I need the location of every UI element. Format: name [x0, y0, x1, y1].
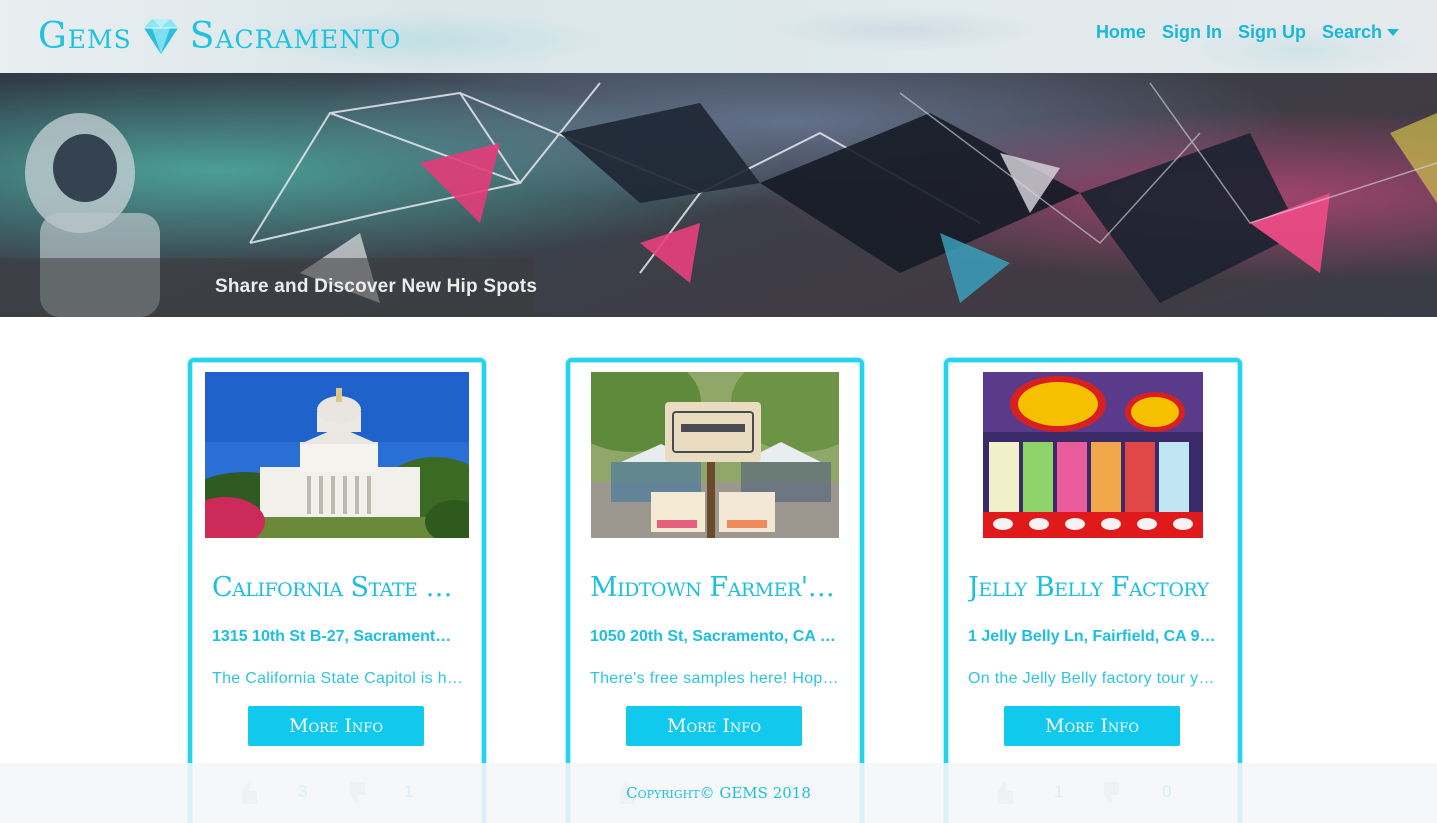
card-address: 1315 10th St B-27, Sacramento, CA 95814: [212, 628, 460, 645]
diamond-icon: [138, 16, 184, 56]
card-description: There's free samples here! Hope you enjo…: [590, 670, 842, 687]
more-info-button[interactable]: More Info: [248, 706, 424, 746]
card-title[interactable]: California State Capital: [212, 572, 464, 603]
brand-logo[interactable]: Gems Sacramento: [38, 10, 401, 62]
nav-search-label: Search: [1321, 22, 1382, 42]
capitol-building-photo[interactable]: [205, 372, 469, 538]
hero-banner: Share and Discover New Hip Spots: [0, 73, 1437, 317]
card-description: On the Jelly Belly factory tour you can …: [968, 670, 1220, 687]
jelly-belly-photo[interactable]: [983, 372, 1203, 538]
hero-tagline: Share and Discover New Hip Spots: [215, 276, 538, 297]
nav-sign-up-link[interactable]: Sign Up: [1238, 22, 1306, 43]
brand-text-right: Sacramento: [189, 15, 402, 57]
nav-sign-in-link[interactable]: Sign In: [1162, 22, 1222, 43]
nav-home-link[interactable]: Home: [1096, 22, 1146, 43]
footer: Copyright© GEMS 2018: [0, 763, 1437, 823]
card-title[interactable]: Midtown Farmer's Market: [590, 572, 842, 603]
card-title[interactable]: Jelly Belly Factory: [968, 572, 1220, 603]
card-address: 1050 20th St, Sacramento, CA 95811: [590, 628, 838, 645]
caret-down-icon: [1387, 29, 1399, 36]
nav-search-dropdown[interactable]: Search: [1322, 22, 1399, 43]
farmers-market-photo[interactable]: [591, 372, 839, 538]
gem-card-midtown-farmers-market: Midtown Farmer's Market 1050 20th St, Sa…: [566, 358, 864, 823]
copyright-text: Copyright© GEMS 2018: [626, 784, 811, 802]
more-info-button[interactable]: More Info: [1004, 706, 1180, 746]
more-info-button[interactable]: More Info: [626, 706, 802, 746]
card-address: 1 Jelly Belly Ln, Fairfield, CA 94533: [968, 628, 1216, 645]
brand-text-left: Gems: [38, 15, 132, 57]
gem-card-jelly-belly-factory: Jelly Belly Factory 1 Jelly Belly Ln, Fa…: [944, 358, 1242, 823]
navbar: Gems Sacramento Home Sign In Sign Up Sea…: [0, 0, 1437, 73]
gem-card-california-state-capital: California State Capital 1315 10th St B-…: [188, 358, 486, 823]
card-description: The California State Capitol is home to …: [212, 670, 464, 687]
nav-links: Home Sign In Sign Up Search: [1096, 22, 1399, 43]
